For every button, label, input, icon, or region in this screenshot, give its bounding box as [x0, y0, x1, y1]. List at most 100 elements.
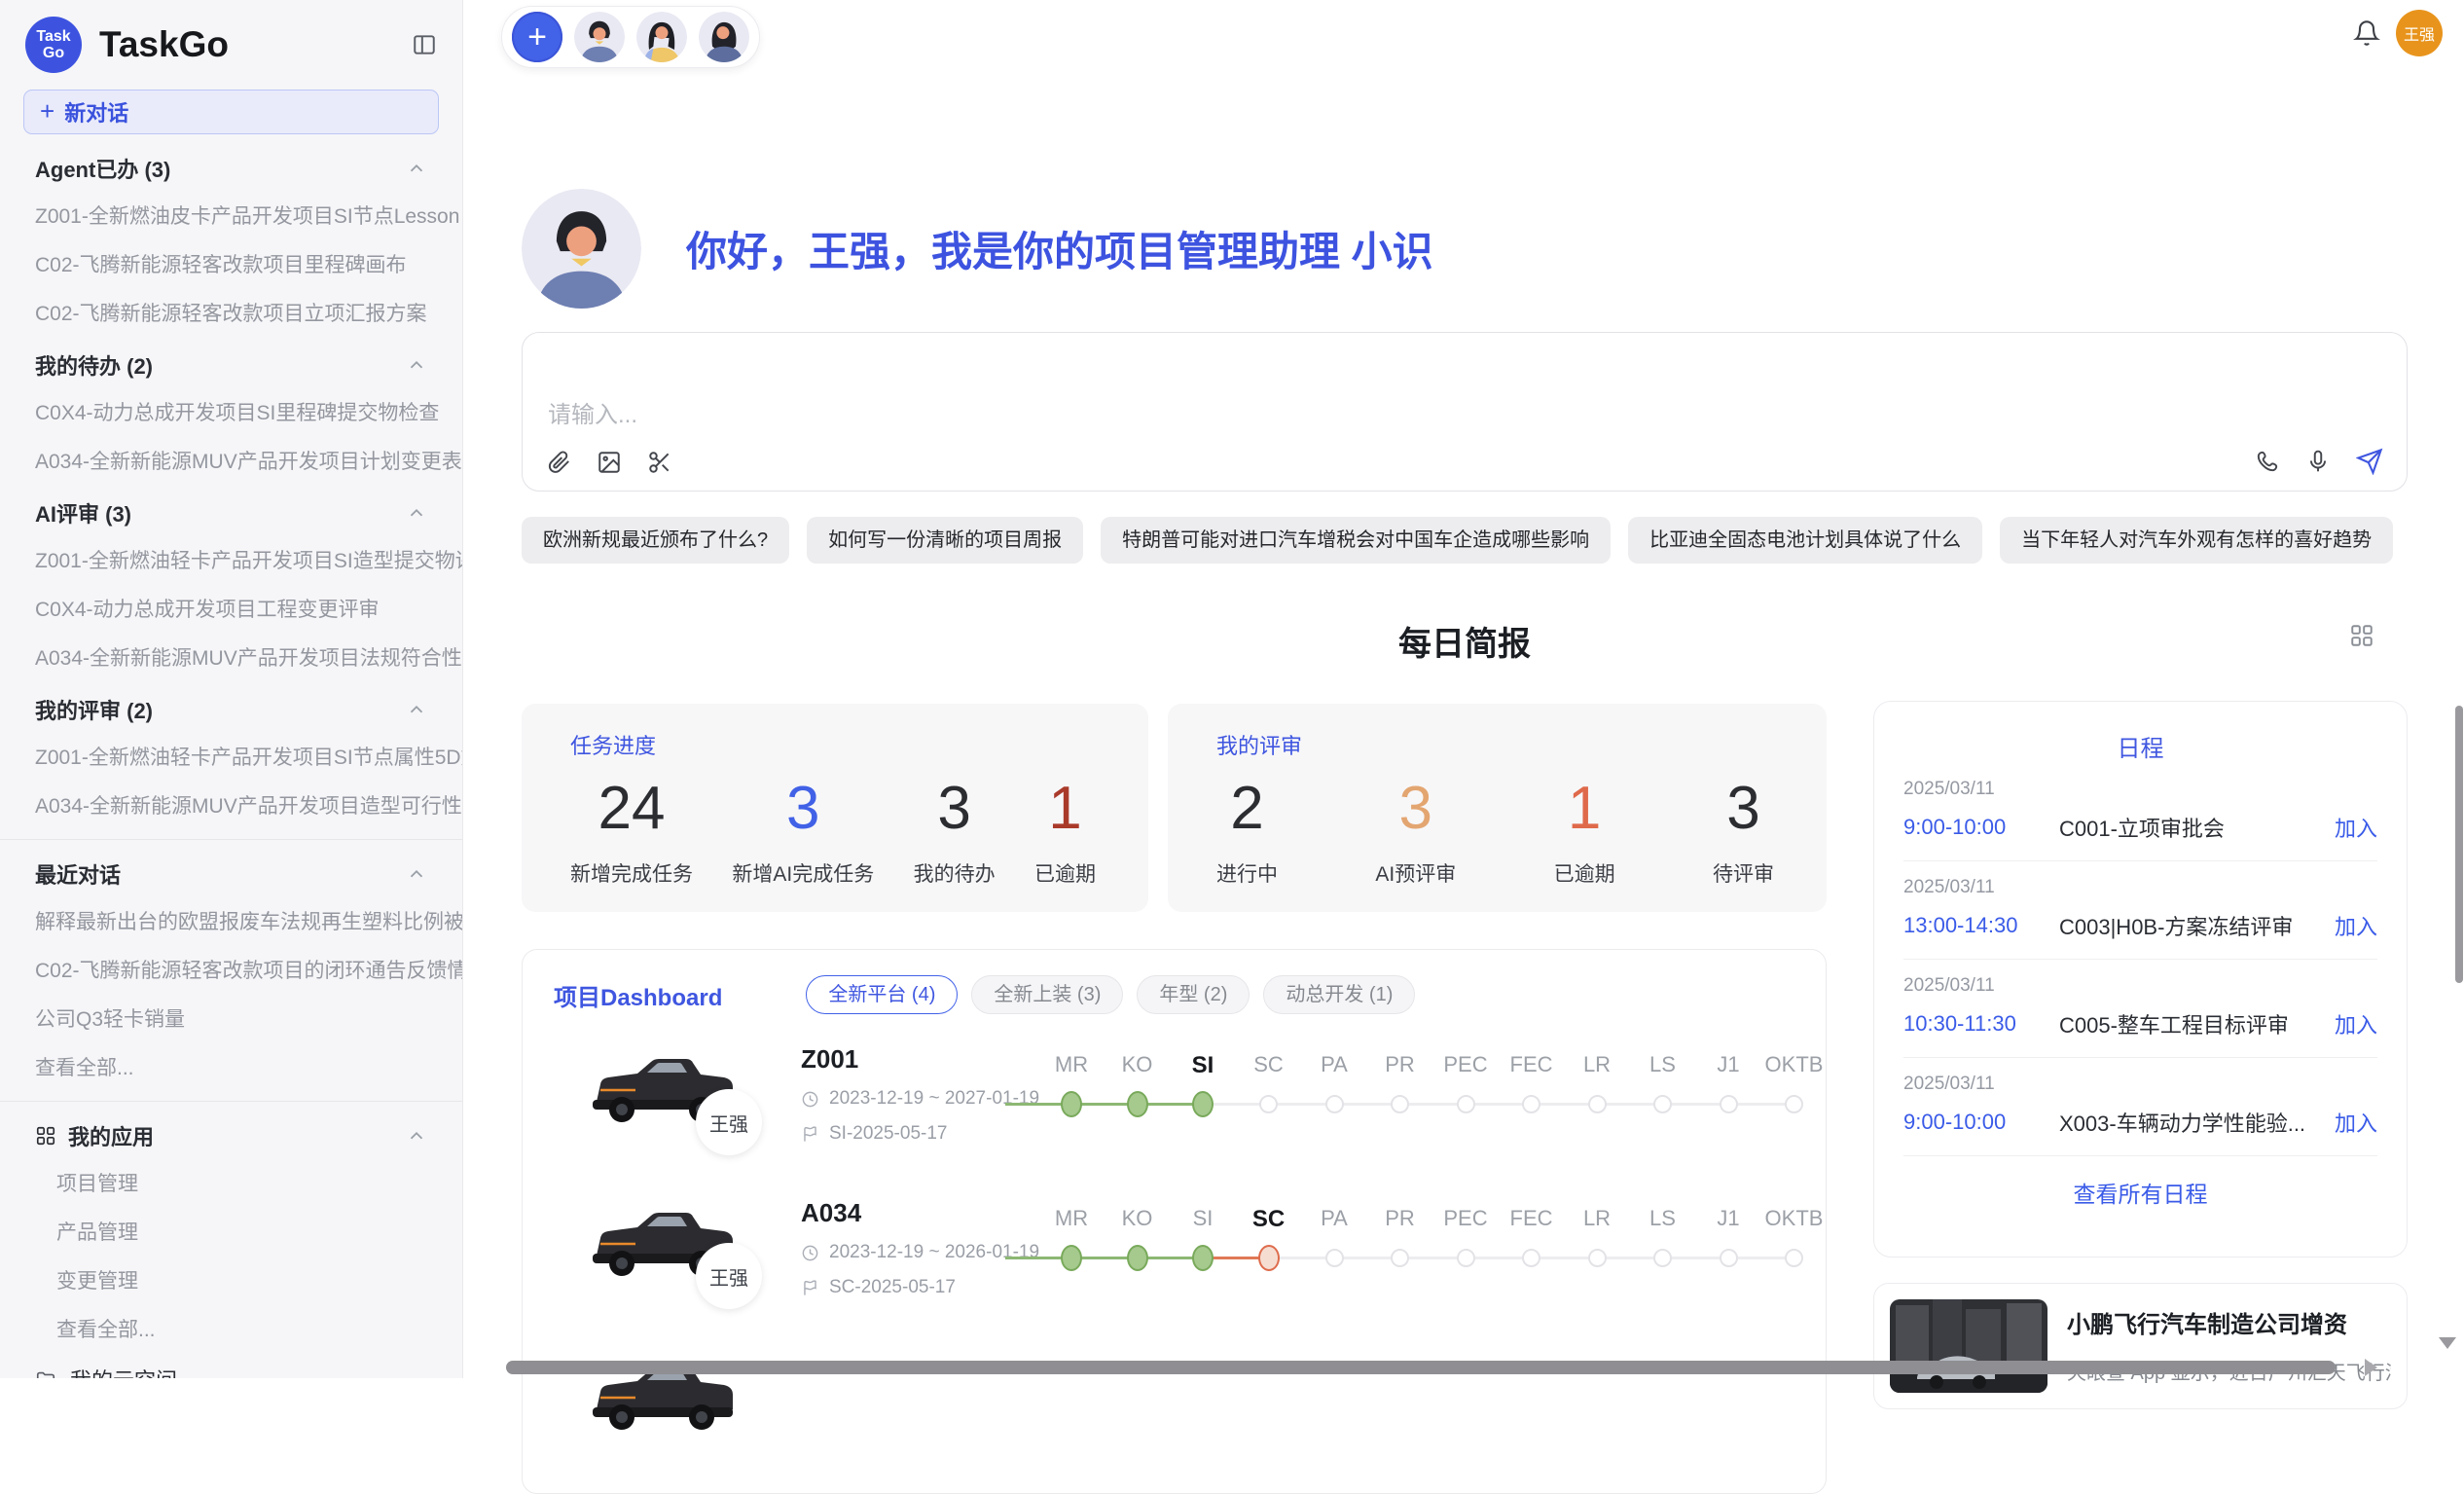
- sidebar-item[interactable]: 公司Q3轻卡销量: [0, 994, 462, 1042]
- project-row[interactable]: 王强A0342023-12-19 ~ 2026-01-19SC-2025-05-…: [523, 1183, 1826, 1336]
- layout-grid-icon[interactable]: [2349, 623, 2374, 648]
- suggestion-chip[interactable]: 比亚迪全固态电池计划具体说了什么: [1628, 517, 1982, 564]
- milestone-dot: [1061, 1245, 1082, 1271]
- grid-icon: [35, 1125, 56, 1147]
- sidebar-item[interactable]: 查看全部...: [0, 1304, 462, 1353]
- milestone-dot: [1522, 1095, 1540, 1113]
- milestone-dot: [1785, 1095, 1803, 1113]
- project-rows: 王强Z0012023-12-19 ~ 2027-01-19SI-2025-05-…: [523, 1029, 1826, 1490]
- sidebar-item[interactable]: 解释最新出台的欧盟报废车法规再生塑料比例被调至15%...: [0, 896, 462, 945]
- image-icon[interactable]: [597, 450, 622, 475]
- dashboard-filter-chip[interactable]: 全新平台 (4): [806, 975, 958, 1014]
- section-header[interactable]: Agent已办 (3): [0, 140, 462, 191]
- sidebar-item[interactable]: Z001-全新燃油轻卡产品开发项目SI造型提交物评审: [0, 535, 462, 584]
- phone-icon[interactable]: [2255, 449, 2280, 474]
- logo-line2: Go: [43, 45, 64, 61]
- milestone-dot: [1653, 1249, 1672, 1267]
- user-avatar[interactable]: 王强: [2396, 10, 2443, 56]
- stat-value: 3: [1713, 774, 1774, 843]
- view-all-schedule-link[interactable]: 查看所有日程: [1903, 1156, 2377, 1228]
- join-link[interactable]: 加入: [2335, 1008, 2377, 1039]
- join-link[interactable]: 加入: [2335, 1107, 2377, 1138]
- avatar-woman-2[interactable]: [699, 12, 749, 62]
- agent-switcher: +: [501, 6, 760, 68]
- milestone-label: MR: [1055, 1052, 1088, 1077]
- chat-input[interactable]: 请输入...: [522, 332, 2408, 492]
- section-header[interactable]: 最近对话: [0, 846, 462, 896]
- sidebar-collapse-icon[interactable]: [412, 32, 437, 57]
- suggestion-chip[interactable]: 当下年轻人对汽车外观有怎样的喜好趋势: [2000, 517, 2393, 564]
- sidebar-item[interactable]: C02-飞腾新能源轻客改款项目立项汇报方案: [0, 288, 462, 337]
- milestone-dot: [1391, 1095, 1409, 1113]
- dashboard-filter-chip[interactable]: 动总开发 (1): [1263, 975, 1415, 1014]
- dashboard-filter-chip[interactable]: 全新上装 (3): [971, 975, 1123, 1014]
- new-chat-label: 新对话: [64, 96, 128, 128]
- join-link[interactable]: 加入: [2335, 812, 2377, 843]
- suggestion-chip[interactable]: 欧洲新规最近颁布了什么?: [522, 517, 789, 564]
- section-title: 我的待办 (2): [35, 349, 153, 381]
- event-name: C005-整车工程目标评审: [2059, 1008, 2335, 1039]
- suggestion-chip[interactable]: 如何写一份清晰的项目周报: [807, 517, 1083, 564]
- suggestion-chip[interactable]: 特朗普可能对进口汽车增税会对中国车企造成哪些影响: [1101, 517, 1611, 564]
- schedule-panel: 日程 2025/03/119:00-10:00C001-立项审批会加入2025/…: [1873, 701, 2408, 1257]
- chevron-up-icon[interactable]: [406, 158, 427, 179]
- milestone-label: LS: [1649, 1052, 1676, 1077]
- news-image: [1890, 1299, 2047, 1393]
- sidebar-item[interactable]: 产品管理: [0, 1207, 462, 1256]
- event-name: X003-车辆动力学性能验...: [2059, 1107, 2335, 1138]
- join-link[interactable]: 加入: [2335, 910, 2377, 941]
- news-title: 小鹏飞行汽车制造公司增资: [2067, 1305, 2391, 1339]
- project-dates: 2023-12-19 ~ 2026-01-19: [801, 1242, 1039, 1263]
- send-icon[interactable]: [2356, 448, 2383, 475]
- section-header[interactable]: 我的应用: [0, 1108, 462, 1158]
- sidebar-item[interactable]: C0X4-动力总成开发项目SI里程碑提交物检查: [0, 387, 462, 436]
- dashboard-filter-chip[interactable]: 年型 (2): [1137, 975, 1250, 1014]
- horizontal-scrollbar[interactable]: [506, 1361, 2336, 1374]
- section-title: 我的应用: [68, 1120, 154, 1151]
- milestone-dot: [1457, 1095, 1475, 1113]
- chevron-up-icon[interactable]: [406, 354, 427, 376]
- section-title: 最近对话: [35, 858, 121, 890]
- scroll-down-arrow[interactable]: [2439, 1337, 2456, 1349]
- sidebar-item[interactable]: A034-全新新能源MUV产品开发项目法规符合性评审: [0, 633, 462, 681]
- attachment-icon[interactable]: [546, 450, 571, 475]
- avatar-man[interactable]: [574, 12, 625, 62]
- sidebar-item[interactable]: 项目管理: [0, 1158, 462, 1207]
- sidebar-item[interactable]: C0X4-动力总成开发项目工程变更评审: [0, 584, 462, 633]
- scroll-right-arrow[interactable]: [2365, 1359, 2377, 1376]
- sidebar-item[interactable]: A034-全新新能源MUV产品开发项目计划变更表编写: [0, 436, 462, 485]
- chevron-up-icon[interactable]: [406, 1125, 427, 1147]
- sidebar-link[interactable]: 我的云空间: [0, 1353, 462, 1378]
- stat-item: 3我的待办: [914, 774, 996, 888]
- avatar-woman-1[interactable]: [636, 12, 687, 62]
- vertical-scrollbar[interactable]: [2455, 706, 2463, 983]
- new-chat-button[interactable]: + 新对话: [23, 90, 439, 134]
- stat-label: 已逾期: [1034, 858, 1096, 888]
- milestone-label: FEC: [1510, 1206, 1553, 1231]
- sidebar-item[interactable]: A034-全新新能源MUV产品开发项目造型可行性评审: [0, 781, 462, 829]
- section-header[interactable]: 我的待办 (2): [0, 337, 462, 387]
- notification-bell-icon[interactable]: [2353, 19, 2380, 47]
- scissors-icon[interactable]: [647, 450, 672, 475]
- event-date: 2025/03/11: [1903, 877, 2377, 898]
- stat-value: 24: [570, 774, 693, 843]
- chevron-up-icon[interactable]: [406, 863, 427, 885]
- project-row[interactable]: 王强Z0012023-12-19 ~ 2027-01-19SI-2025-05-…: [523, 1029, 1826, 1183]
- chevron-up-icon[interactable]: [406, 502, 427, 524]
- owner-badge: 王强: [696, 1089, 762, 1155]
- sidebar-item[interactable]: C02-飞腾新能源轻客改款项目里程碑画布: [0, 239, 462, 288]
- sidebar-item[interactable]: Z001-全新燃油皮卡产品开发项目SI节点Lesson Learn报告: [0, 191, 462, 239]
- sidebar-item[interactable]: 查看全部...: [0, 1042, 462, 1091]
- add-agent-button[interactable]: +: [512, 12, 562, 62]
- sidebar-item[interactable]: 变更管理: [0, 1256, 462, 1304]
- news-card[interactable]: 小鹏飞行汽车制造公司增资 天眼查 App 显示，近日广州汇天飞行汽...: [1873, 1283, 2408, 1409]
- sidebar-item[interactable]: Z001-全新燃油轻卡产品开发项目SI节点属性5D文件评审: [0, 732, 462, 781]
- section-header[interactable]: 我的评审 (2): [0, 681, 462, 732]
- section-header[interactable]: AI评审 (3): [0, 485, 462, 535]
- microphone-icon[interactable]: [2305, 449, 2331, 474]
- sidebar-item[interactable]: C02-飞腾新能源轻客改款项目的闭环通告反馈情况: [0, 945, 462, 994]
- chevron-up-icon[interactable]: [406, 699, 427, 720]
- milestone-connector: [1663, 1103, 1729, 1106]
- milestone-label: FEC: [1510, 1052, 1553, 1077]
- recent-chats-group: 最近对话解释最新出台的欧盟报废车法规再生塑料比例被调至15%...C02-飞腾新…: [0, 839, 462, 1091]
